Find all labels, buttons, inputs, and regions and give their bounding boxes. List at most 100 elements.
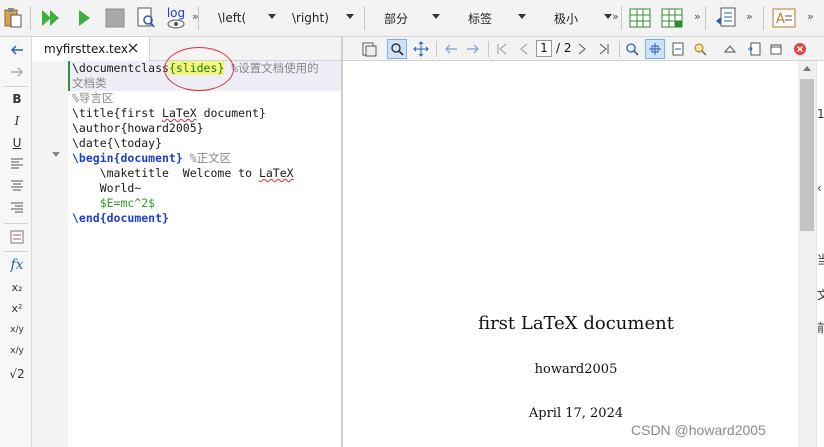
code-line-5: \date{\today} bbox=[72, 136, 163, 150]
page-total: / 2 bbox=[556, 41, 572, 55]
build-and-view-icon[interactable] bbox=[39, 4, 63, 32]
underline-button[interactable]: U bbox=[6, 134, 28, 152]
comment: %设置文档使用的 bbox=[224, 61, 319, 75]
pdf-vertical-scrollbar[interactable] bbox=[798, 61, 816, 447]
right-delimiter-label: \right) bbox=[292, 11, 329, 25]
pdf-author: howard2005 bbox=[534, 362, 618, 377]
text-style-icon[interactable]: A bbox=[770, 4, 798, 32]
pan-tool-icon[interactable] bbox=[411, 39, 431, 59]
fit-to-window-icon[interactable] bbox=[645, 39, 665, 59]
forward-arrow-icon[interactable] bbox=[463, 39, 483, 59]
superscript-button[interactable]: x² bbox=[6, 299, 28, 317]
last-page-icon[interactable] bbox=[595, 39, 613, 59]
right-delimiter-dropdown[interactable]: \right) bbox=[282, 6, 354, 30]
pdf-date: April 17, 2024 bbox=[528, 406, 624, 421]
left-delimiter-label: \left( bbox=[218, 11, 247, 25]
code-line-9: $E=mc^2$ bbox=[72, 196, 156, 210]
code-editor[interactable]: \documentclass{slides} %设置文档使用的 文档类 %导言区… bbox=[68, 47, 341, 447]
zoom-icon[interactable] bbox=[623, 39, 641, 59]
toolbar-overflow[interactable]: » bbox=[612, 10, 619, 23]
chevron-down-icon bbox=[432, 14, 440, 19]
compile-icon[interactable] bbox=[74, 4, 94, 32]
toolbar-overflow[interactable]: » bbox=[694, 10, 701, 23]
view-pdf-icon[interactable] bbox=[134, 4, 158, 32]
references-label: 标签 bbox=[468, 11, 493, 26]
back-arrow-icon[interactable] bbox=[441, 39, 461, 59]
code-line-6: \begin{document} %正文区 bbox=[72, 151, 231, 166]
window-icon[interactable] bbox=[767, 39, 785, 59]
page-number-input[interactable]: 1 bbox=[536, 40, 552, 57]
peek-text: 文 bbox=[817, 286, 824, 303]
forward-arrow-icon[interactable] bbox=[6, 63, 28, 81]
end-command: \end bbox=[72, 211, 100, 225]
spellcheck-word: LaTeX bbox=[162, 106, 197, 120]
close-icon[interactable] bbox=[126, 41, 140, 55]
font-size-label: 极小 bbox=[554, 11, 579, 26]
fit-width-icon[interactable] bbox=[669, 39, 687, 59]
peek-text: ‹ bbox=[817, 181, 822, 195]
first-page-icon[interactable] bbox=[493, 39, 511, 59]
scroll-up-arrow-icon[interactable] bbox=[803, 66, 811, 71]
italic-button[interactable]: I bbox=[6, 112, 28, 130]
begin-command: \begin bbox=[72, 151, 114, 165]
right-dock-peek: 1 ‹ 当 文 前 bbox=[816, 61, 824, 447]
view-log-icon[interactable]: log bbox=[163, 4, 189, 32]
paste-icon[interactable] bbox=[2, 4, 24, 32]
align-left-icon[interactable] bbox=[6, 155, 28, 173]
viewer-separator bbox=[619, 41, 620, 57]
sectioning-dropdown[interactable]: 部分 bbox=[372, 6, 440, 30]
close-viewer-icon[interactable] bbox=[791, 39, 809, 59]
dfrac-button[interactable]: x/y bbox=[6, 342, 28, 360]
toolbar-separator bbox=[705, 6, 706, 30]
format-sidebar: B I U fx x₂ x² x/y x/y √2 bbox=[0, 37, 32, 447]
toolbar-separator bbox=[364, 6, 365, 30]
tab-myfirsttex[interactable]: myfirsttex.tex bbox=[32, 37, 150, 61]
watermark: CSDN @howard2005 bbox=[631, 422, 766, 438]
chevron-down-icon bbox=[604, 14, 612, 19]
sync-source-icon[interactable] bbox=[359, 39, 379, 59]
references-dropdown[interactable]: 标签 bbox=[456, 6, 526, 30]
scrollbar-thumb[interactable] bbox=[800, 79, 814, 231]
fold-marker-icon[interactable] bbox=[52, 152, 60, 157]
sidebar-divider bbox=[4, 251, 28, 252]
left-delimiter-dropdown[interactable]: \left( bbox=[206, 6, 276, 30]
code-line-8: World~ bbox=[72, 181, 142, 195]
find-in-pdf-icon[interactable] bbox=[691, 39, 709, 59]
sqrt-button[interactable]: √2 bbox=[6, 365, 28, 383]
title-command: \title{first bbox=[72, 106, 163, 120]
log-label: log bbox=[166, 6, 186, 20]
toolbar-overflow[interactable]: » bbox=[807, 10, 814, 23]
external-viewer-icon[interactable] bbox=[745, 39, 763, 59]
bold-button[interactable]: B bbox=[6, 90, 28, 108]
font-size-dropdown[interactable]: 极小 bbox=[544, 6, 612, 30]
back-arrow-icon[interactable] bbox=[6, 41, 28, 59]
toolbar-separator bbox=[30, 6, 31, 30]
toolbar-separator bbox=[763, 6, 764, 30]
viewer-separator bbox=[488, 41, 489, 57]
comment: %正文区 bbox=[182, 151, 232, 165]
include-file-icon[interactable] bbox=[714, 4, 738, 32]
fraction-button[interactable]: x/y bbox=[6, 321, 28, 339]
toolbar-overflow[interactable]: » bbox=[192, 10, 199, 23]
collapse-up-icon[interactable] bbox=[721, 39, 739, 59]
code-line-7: \maketitle Welcome to LaTeX bbox=[72, 166, 294, 181]
previous-page-icon[interactable] bbox=[515, 39, 533, 59]
next-page-icon[interactable] bbox=[573, 39, 591, 59]
peek-text: 1 bbox=[817, 107, 824, 121]
table-tools-icon[interactable] bbox=[660, 4, 684, 32]
insert-table-icon[interactable] bbox=[628, 4, 652, 32]
subscript-button[interactable]: x₂ bbox=[6, 278, 28, 296]
pdf-page[interactable]: first LaTeX document howard2005 April 17… bbox=[343, 61, 798, 447]
peek-text: 当 bbox=[817, 251, 824, 268]
stop-icon[interactable] bbox=[104, 4, 126, 32]
chevron-down-icon bbox=[268, 14, 276, 19]
toolbar-overflow[interactable]: » bbox=[746, 10, 753, 23]
sidebar-divider bbox=[4, 86, 28, 87]
magnifier-tool-icon[interactable] bbox=[387, 39, 407, 59]
align-right-icon[interactable] bbox=[6, 199, 28, 217]
align-center-icon[interactable] bbox=[6, 177, 28, 195]
math-mode-button[interactable]: fx bbox=[6, 256, 28, 274]
code-line-3: \title{first LaTeX document} bbox=[72, 106, 266, 121]
code-line-10: \end{document} bbox=[72, 211, 169, 226]
newline-icon[interactable] bbox=[6, 228, 28, 246]
